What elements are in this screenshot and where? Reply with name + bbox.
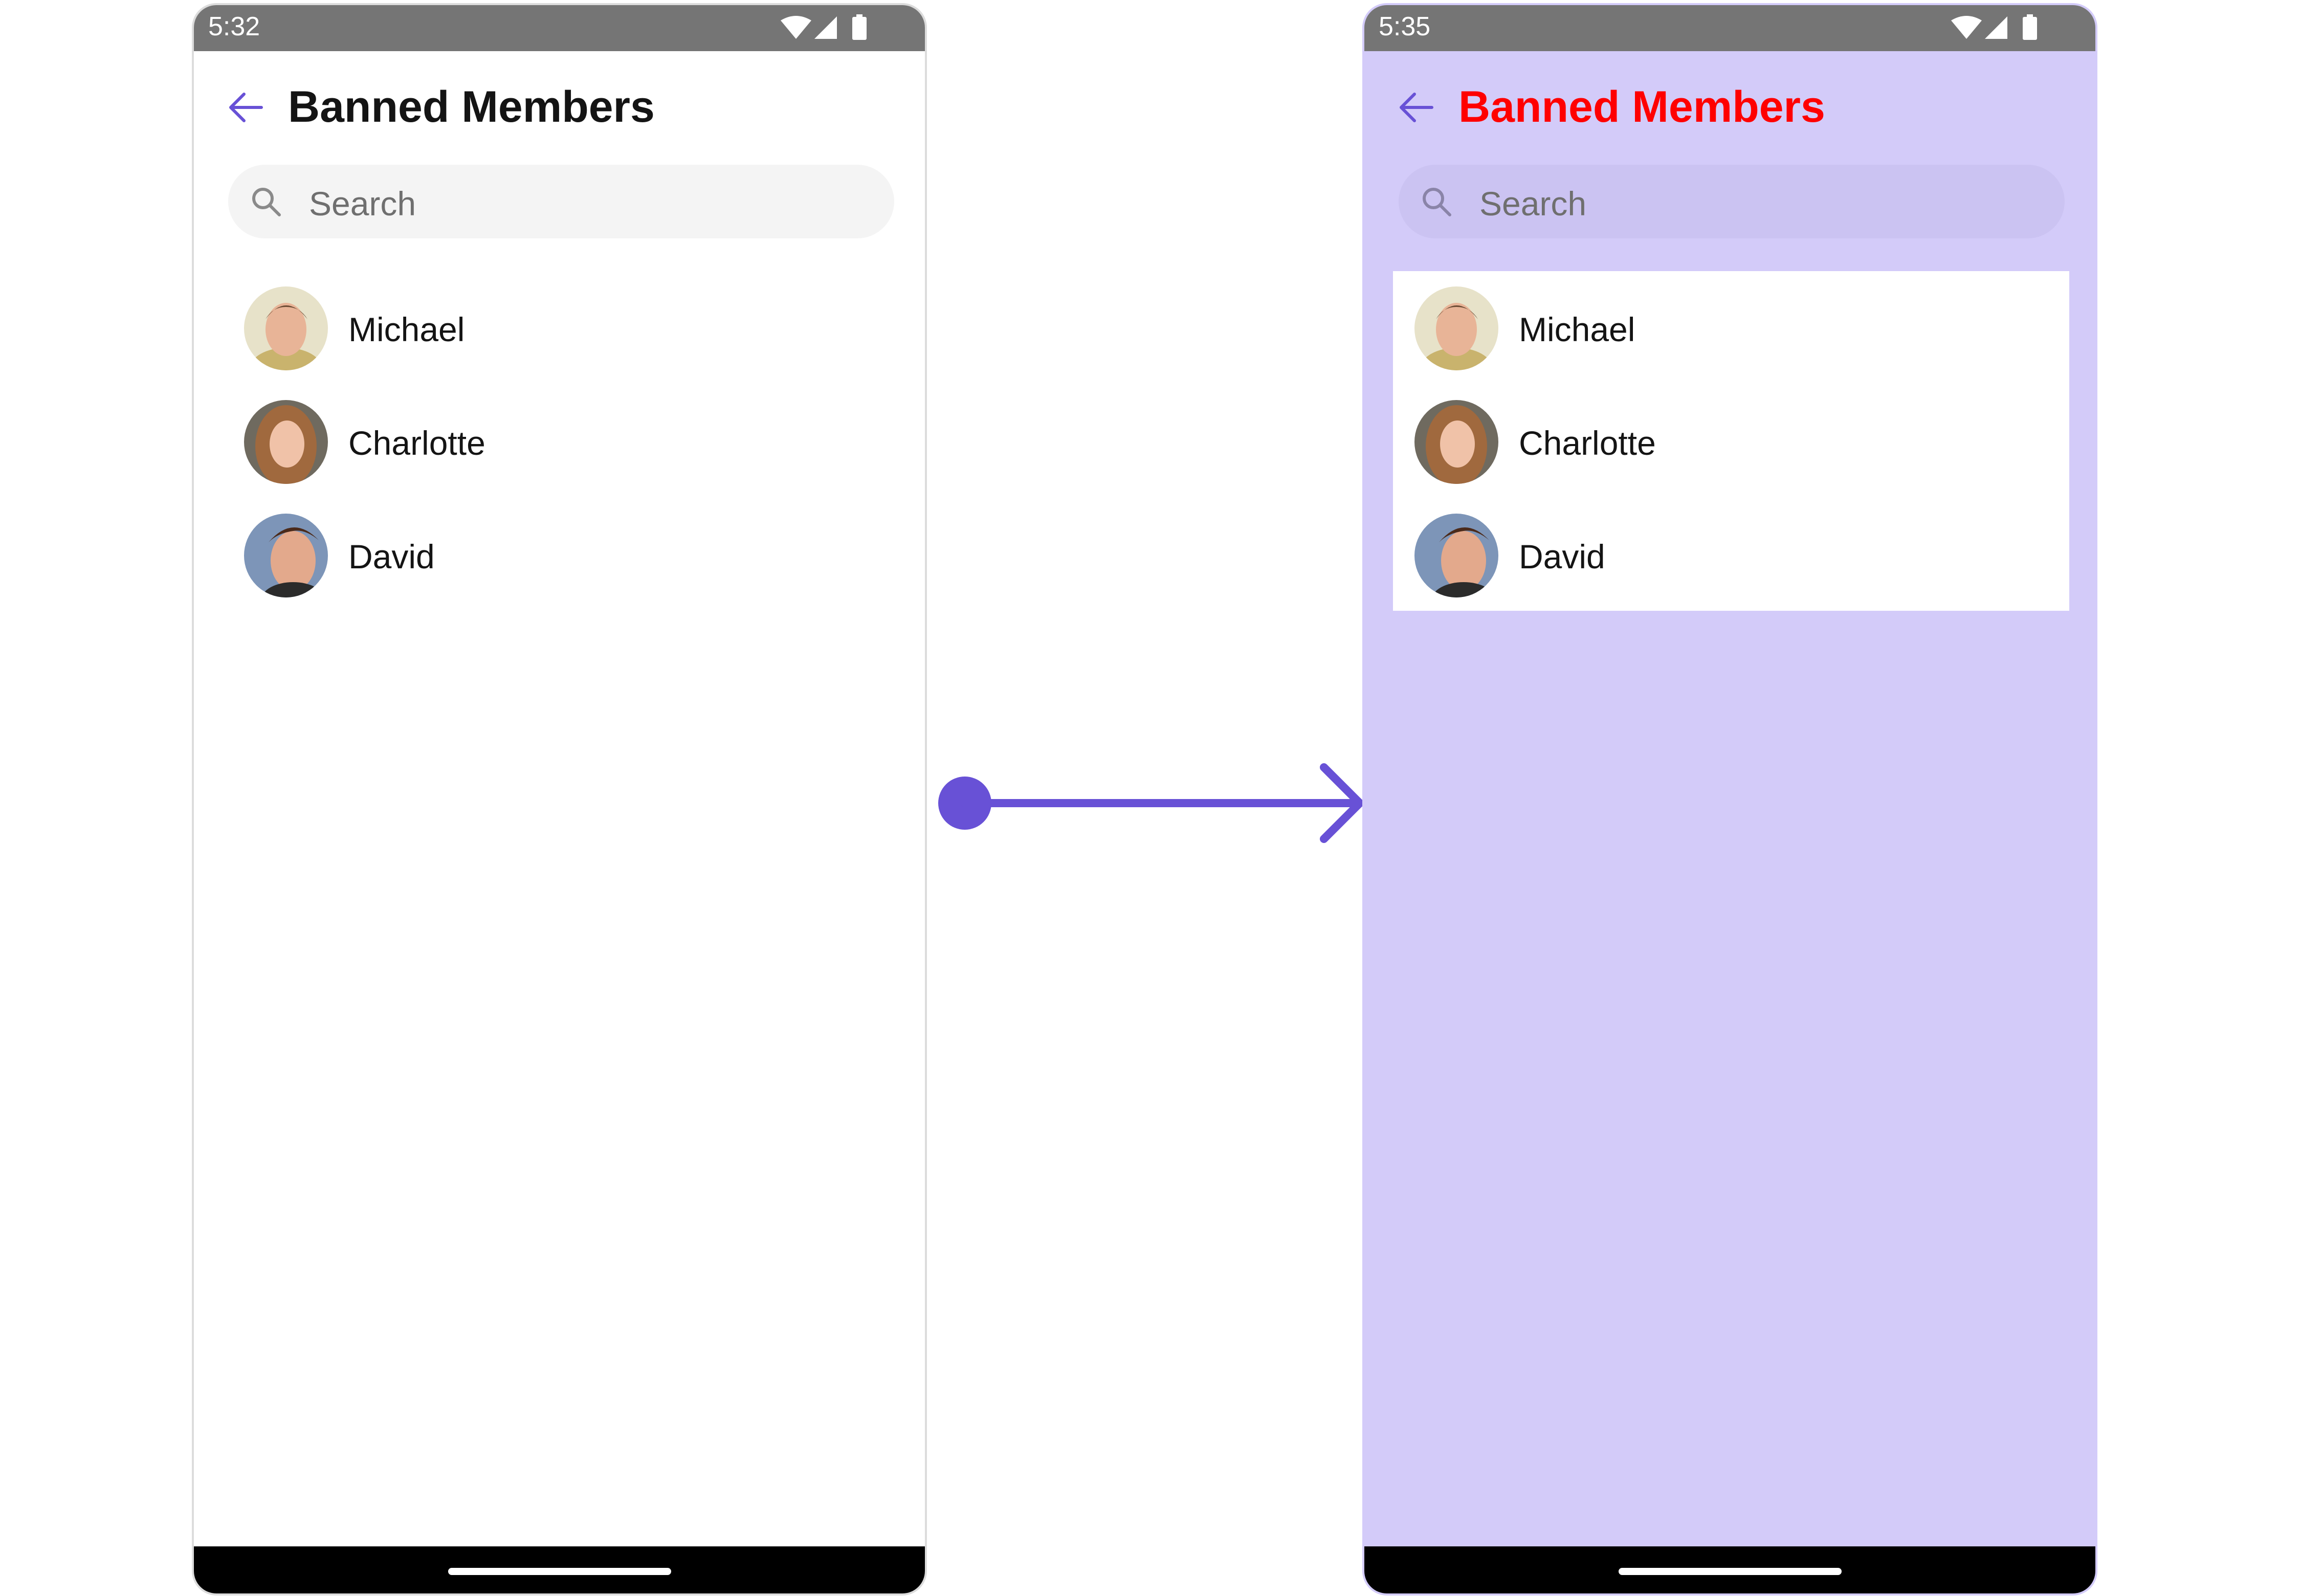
status-icons bbox=[781, 14, 867, 40]
avatar bbox=[244, 400, 328, 484]
member-name: Charlotte bbox=[348, 424, 485, 462]
navigation-bar bbox=[1364, 1546, 2095, 1593]
page-title: Banned Members bbox=[1458, 82, 1825, 131]
arrow-left-icon[interactable] bbox=[1396, 87, 1437, 128]
search-input[interactable]: Search bbox=[228, 165, 894, 238]
search-input[interactable]: Search bbox=[1399, 165, 2065, 238]
search-placeholder: Search bbox=[309, 185, 416, 223]
list-item-david[interactable]: David bbox=[223, 498, 899, 611]
signal-icon bbox=[814, 16, 837, 39]
signal-icon bbox=[1985, 16, 2007, 39]
member-name: Charlotte bbox=[1519, 424, 1656, 462]
list-item-michael[interactable]: Michael bbox=[223, 271, 899, 384]
list-item-michael[interactable]: Michael bbox=[1393, 271, 2069, 384]
battery-icon bbox=[2023, 14, 2037, 40]
banned-members-list: Michael Charlotte David bbox=[1393, 271, 2069, 611]
search-placeholder: Search bbox=[1479, 185, 1587, 223]
list-item-charlotte[interactable]: Charlotte bbox=[223, 385, 899, 497]
list-item-david[interactable]: David bbox=[1393, 498, 2069, 611]
avatar bbox=[1414, 286, 1498, 370]
home-indicator[interactable] bbox=[1618, 1568, 1842, 1575]
navigation-bar bbox=[194, 1546, 925, 1593]
banned-members-list: Michael Charlotte David bbox=[223, 271, 899, 611]
battery-icon bbox=[852, 14, 867, 40]
wifi-icon bbox=[1951, 16, 1982, 39]
avatar bbox=[244, 286, 328, 370]
status-bar: 5:35 bbox=[1364, 5, 2095, 51]
search-icon bbox=[1423, 188, 1451, 216]
member-name: David bbox=[1519, 538, 1605, 575]
avatar bbox=[1414, 400, 1498, 484]
avatar bbox=[1414, 514, 1498, 597]
list-item-charlotte[interactable]: Charlotte bbox=[1393, 385, 2069, 497]
phone-screen-after: 5:35 Banned Members Search Michael Charl… bbox=[1362, 3, 2097, 1595]
status-bar: 5:32 bbox=[194, 5, 925, 51]
status-time: 5:32 bbox=[208, 12, 260, 41]
avatar bbox=[244, 514, 328, 597]
phone-screen-before: 5:32 Banned Members Search Michael Charl… bbox=[192, 3, 927, 1595]
member-name: David bbox=[348, 538, 435, 575]
home-indicator[interactable] bbox=[448, 1568, 671, 1575]
arrow-right-icon bbox=[938, 763, 1364, 843]
member-name: Michael bbox=[1519, 311, 1635, 348]
member-name: Michael bbox=[348, 311, 465, 348]
arrow-left-icon[interactable] bbox=[226, 87, 267, 128]
wifi-icon bbox=[781, 16, 811, 39]
page-title: Banned Members bbox=[288, 82, 655, 131]
status-time: 5:35 bbox=[1379, 12, 1431, 41]
status-icons bbox=[1951, 14, 2037, 40]
search-icon bbox=[252, 188, 281, 216]
